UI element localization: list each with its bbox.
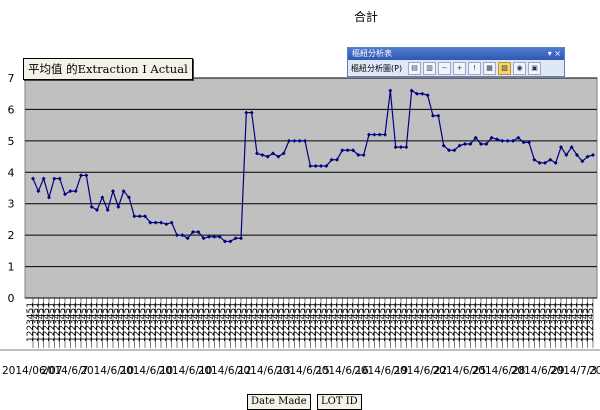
toolbar-title: 樞紐分析表	[352, 49, 392, 58]
plot-area	[24, 77, 598, 299]
y-tick-label: 3	[8, 198, 15, 211]
pivot-table-toolbar[interactable]: 樞紐分析表 ▾ × 樞紐分析圖(P) ▤ ▥ − + ! ▦ ▧ ◉ ▣	[347, 47, 565, 77]
x-tick-label: 1223451	[586, 302, 596, 342]
y-tick-label: 1	[8, 261, 15, 274]
options-icon[interactable]: ◉	[513, 61, 527, 75]
y-tick-label: 7	[8, 72, 15, 85]
y-tick-label: 4	[8, 166, 15, 179]
x-date-label: 2014/7/10	[589, 365, 600, 377]
y-tick-label: 0	[8, 292, 15, 305]
format-report-icon[interactable]: ▤	[408, 61, 422, 75]
lot-id-field-button[interactable]: LOT ID	[317, 394, 362, 410]
data-field-button[interactable]: 平均值 的Extraction I Actual	[23, 58, 193, 80]
hide-detail-icon[interactable]: −	[438, 61, 452, 75]
date-made-field-button[interactable]: Date Made	[247, 394, 311, 410]
toolbar-close-icon[interactable]: ×	[554, 49, 561, 58]
toolbar-extra-icon[interactable]: ▣	[528, 61, 542, 75]
field-settings-icon[interactable]: ▦	[483, 61, 497, 75]
toolbar-titlebar[interactable]: 樞紐分析表 ▾ ×	[348, 48, 564, 60]
refresh-data-icon[interactable]: !	[468, 61, 482, 75]
y-tick-label: 6	[8, 103, 15, 116]
pivot-chart-menu[interactable]: 樞紐分析圖(P)	[351, 63, 402, 74]
y-tick-label: 2	[8, 229, 15, 242]
toolbar-dropdown-icon[interactable]: ▾	[548, 49, 552, 58]
chart-wizard-icon[interactable]: ▥	[423, 61, 437, 75]
show-detail-icon[interactable]: +	[453, 61, 467, 75]
y-tick-label: 5	[8, 135, 15, 148]
field-list-icon[interactable]: ▧	[498, 61, 512, 75]
